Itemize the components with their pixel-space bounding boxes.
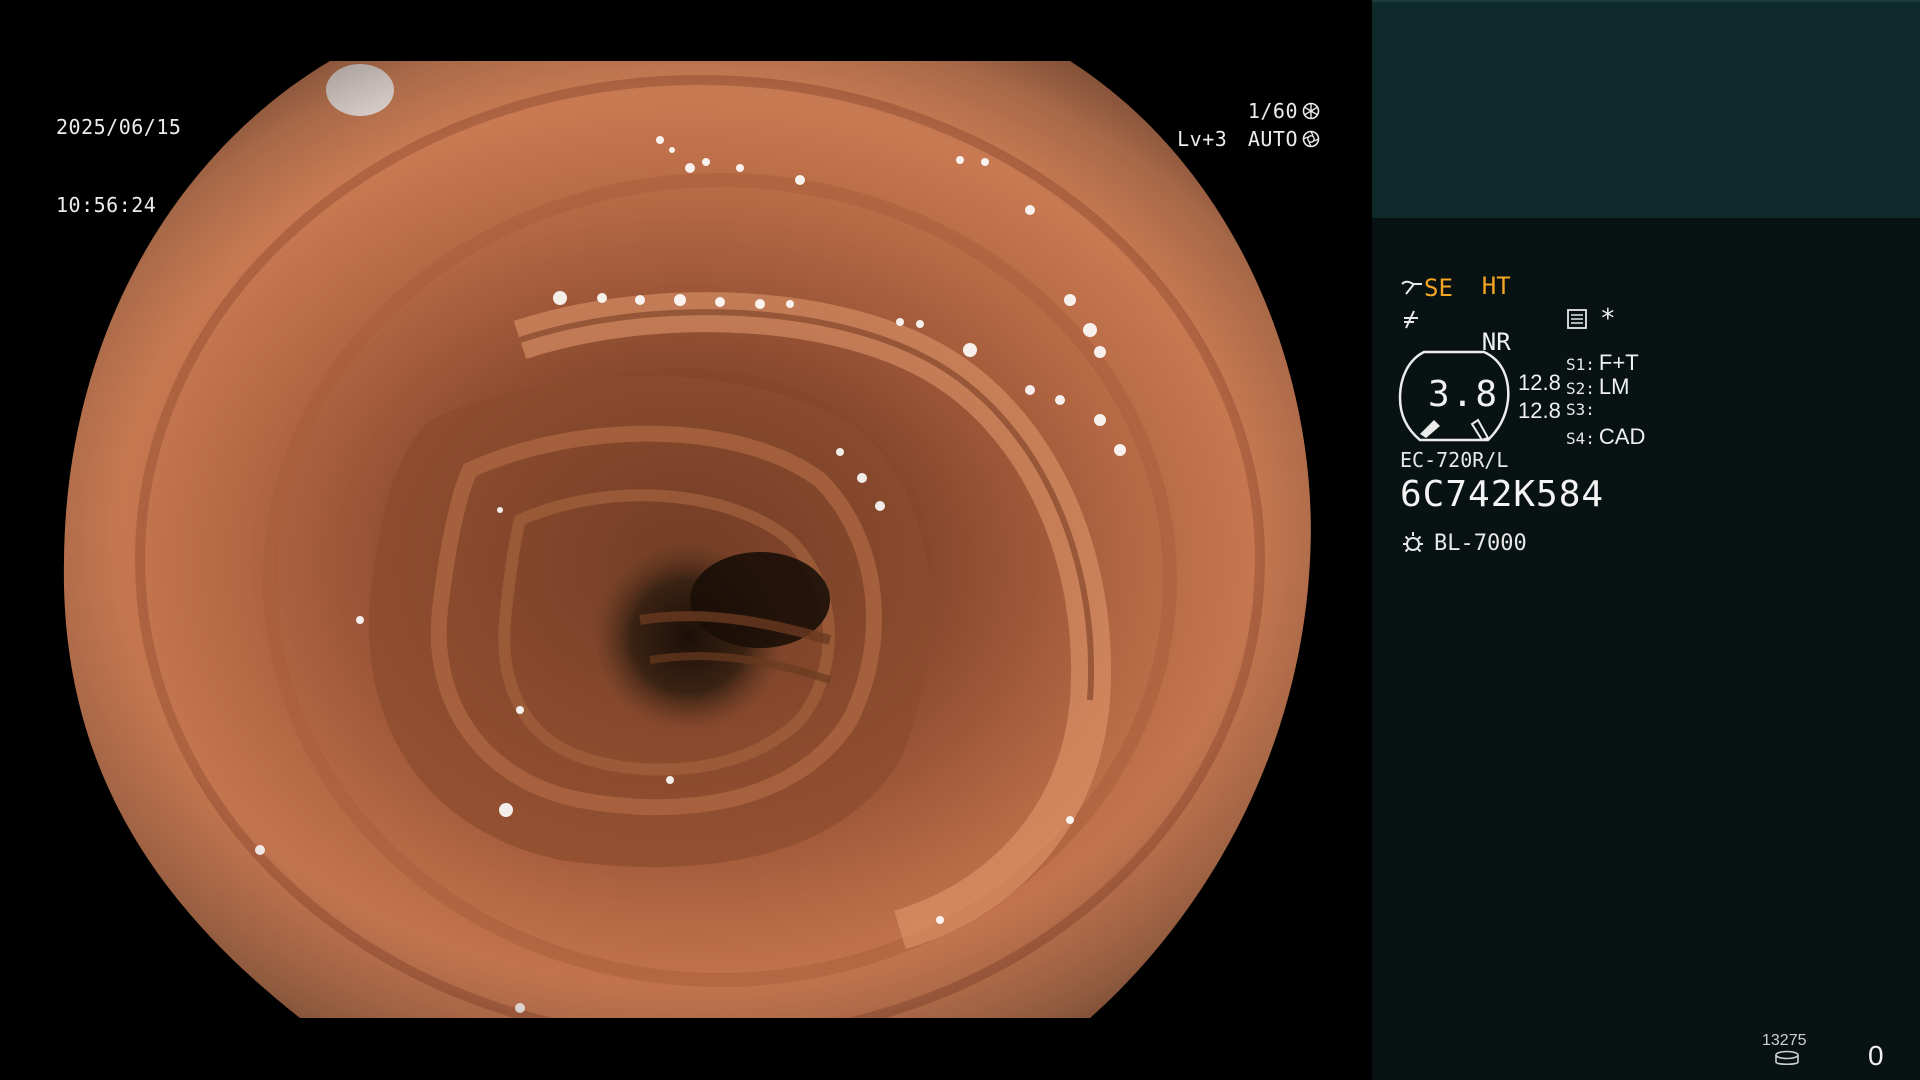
time-text: 10:56:24 [56,193,157,217]
switch-s3: S3: [1566,400,1599,419]
capture-counter: 0 [1868,1040,1884,1071]
storage-disk-icon [1775,1050,1799,1066]
shutter-icon [1302,102,1320,120]
preset-list-icon [1567,309,1587,329]
frame-count: 13275 [1762,1032,1807,1049]
dial-side-bottom: 12.8 [1518,398,1561,423]
level-text: Lv+3 [1177,127,1228,151]
shutter-row: 1/60 [1248,98,1320,124]
s2-label: S2: [1566,379,1595,398]
scope-tip-icon [1401,280,1422,295]
date-text: 2025/06/15 [56,115,182,139]
datetime-readout: 2025/06/15 10:56:24 [56,62,181,270]
mode-ht: HT [1481,272,1511,300]
patient-info-area [1372,0,1920,218]
iris-row: Lv+3 AUTO [1177,126,1320,152]
dial-value: 3.8 [1428,374,1500,415]
info-panel: HT NR SE * 3.8 12.8 12.8 S1: F+T S2: LM … [1372,0,1920,1080]
dial-side-top: 12.8 [1518,370,1561,395]
iris-mode-text: AUTO [1247,127,1298,151]
mode-se: SE [1424,274,1453,302]
shutter-text: 1/60 [1247,99,1298,123]
s1-value: F+T [1598,350,1639,375]
s4-value: CAD [1598,424,1646,449]
endoscopic-image [63,61,1311,1018]
endoscope-viewport: 2025/06/15 10:56:24 1/60 Lv+3 AUTO [0,0,1372,1080]
iris-icon [1302,130,1320,148]
light-source-icon [1403,532,1423,553]
light-source-name: BL-7000 [1434,530,1527,556]
scope-serial-number: 6C742K584 [1400,474,1605,515]
s4-label: S4: [1566,429,1595,448]
s2-value: LM [1598,374,1630,399]
s1-label: S1: [1566,355,1595,374]
switch-s1: S1: F+T [1566,350,1639,376]
switch-s2: S2: LM [1566,374,1629,400]
light-source-row: BL-7000 [1400,530,1527,556]
switch-s4: S4: CAD [1566,424,1645,450]
asterisk-marker: * [1600,304,1616,334]
s3-label: S3: [1566,400,1595,419]
scope-model: EC-720R/L [1400,448,1509,472]
filter-slash-icon [1404,310,1418,329]
